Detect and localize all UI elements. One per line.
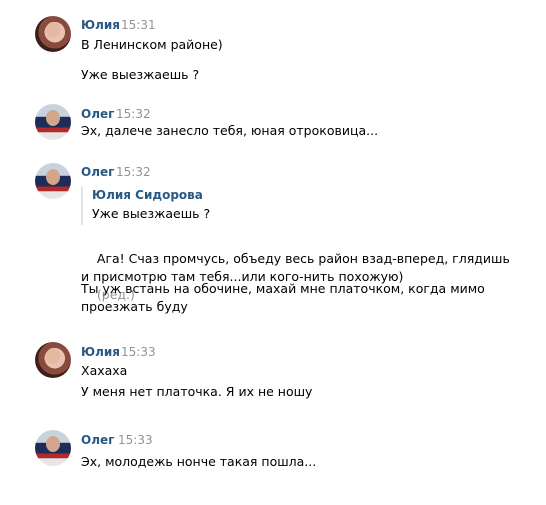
avatar[interactable] xyxy=(35,104,71,140)
message-text: Ты уж встань на обочине, махай мне плато… xyxy=(81,281,485,314)
avatar-face xyxy=(46,22,60,38)
message-author[interactable]: Юлия xyxy=(81,345,120,359)
message-time[interactable]: 15:31 xyxy=(121,18,156,32)
message-time[interactable]: 15:32 xyxy=(116,165,151,179)
message-author[interactable]: Олег xyxy=(81,107,114,121)
message-text: Эх, далече занесло тебя, юная отроковица… xyxy=(81,123,379,138)
message-author[interactable]: Юлия xyxy=(81,18,120,32)
avatar-face xyxy=(46,169,60,185)
message-author[interactable]: Олег xyxy=(81,165,114,179)
avatar[interactable] xyxy=(35,430,71,466)
message-time[interactable]: 15:33 xyxy=(121,345,156,359)
message-text: Хахаха xyxy=(81,363,128,378)
avatar[interactable] xyxy=(35,342,71,378)
quote-author[interactable]: Юлия Сидорова xyxy=(92,187,210,203)
message-text: Уже выезжаешь ? xyxy=(81,67,200,82)
message-time[interactable]: 15:33 xyxy=(118,433,153,447)
avatar[interactable] xyxy=(35,163,71,199)
quote-text: Уже выезжаешь ? xyxy=(92,206,211,221)
message-text: У меня нет платочка. Я их не ношу xyxy=(81,384,313,399)
avatar-face xyxy=(46,110,60,126)
avatar[interactable] xyxy=(35,16,71,52)
reply-quote[interactable]: Юлия Сидорова Уже выезжаешь ? xyxy=(81,187,210,225)
avatar-face xyxy=(46,436,60,452)
message-author[interactable]: Олег xyxy=(81,433,114,447)
message-text: В Ленинском районе) xyxy=(81,37,223,52)
avatar-face xyxy=(46,348,60,364)
message-text: Эх, молодежь нонче такая пошла... xyxy=(81,454,317,469)
message-time[interactable]: 15:32 xyxy=(116,107,151,121)
